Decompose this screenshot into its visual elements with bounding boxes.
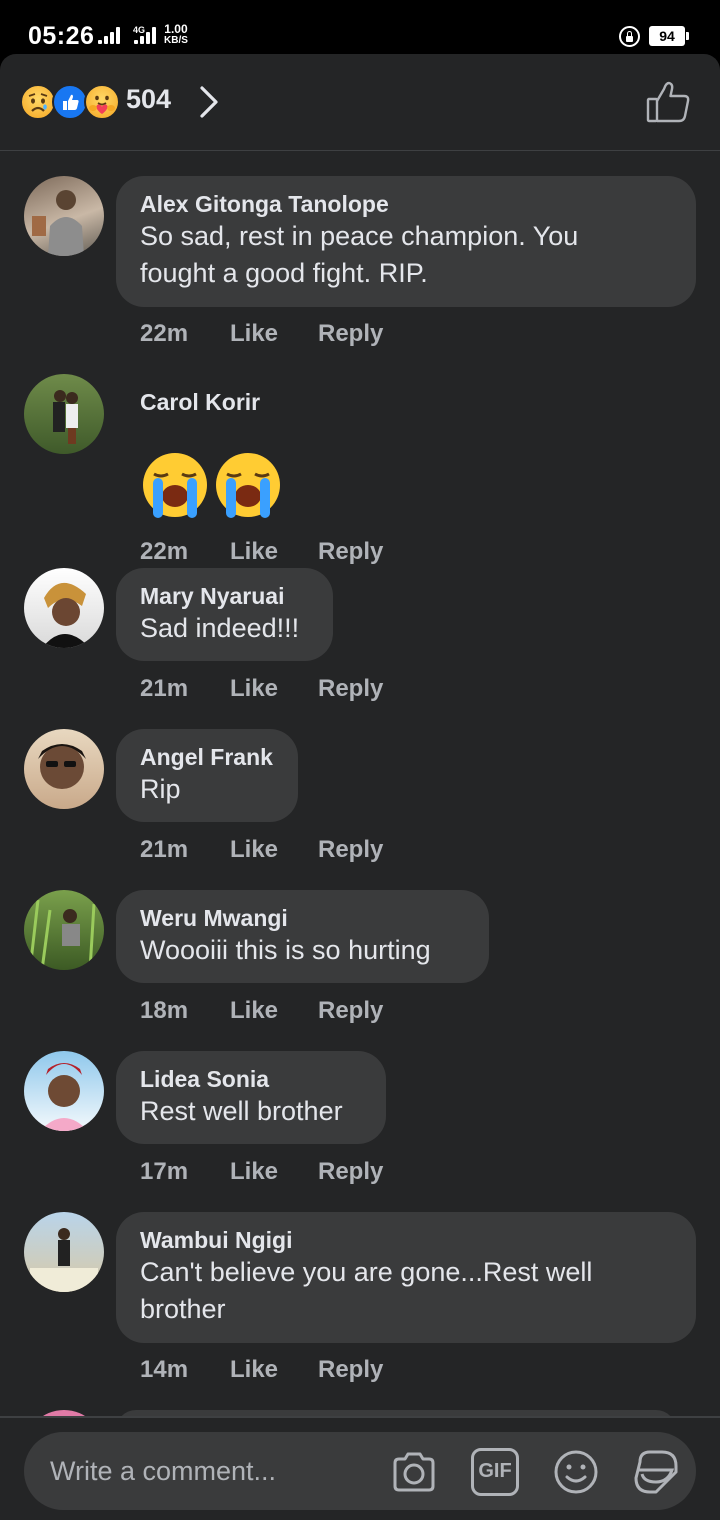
- comment-time: 21m: [140, 675, 189, 702]
- comment-author[interactable]: Wambui Ngigi: [140, 1226, 672, 1254]
- care-reaction-icon: [84, 84, 120, 120]
- reactions-header[interactable]: 504: [0, 54, 720, 151]
- avatar[interactable]: [24, 176, 104, 256]
- reply-button[interactable]: Reply: [318, 320, 383, 348]
- like-button[interactable]: Like: [230, 538, 278, 566]
- reply-button[interactable]: Reply: [318, 1356, 383, 1384]
- comment-bubble[interactable]: Weru Mwangi Wooоiii this is so hurting: [116, 890, 489, 983]
- reaction-count: 504: [126, 84, 172, 114]
- signal-icon-1: [98, 26, 122, 44]
- comment-bubble[interactable]: Angel Frank Rip: [116, 729, 298, 822]
- chevron-right-icon[interactable]: [196, 84, 220, 120]
- avatar[interactable]: [24, 729, 104, 809]
- status-bar: 05:26 4G 1.00 KB/S 94: [0, 0, 720, 56]
- comment-composer-bar: GIF: [0, 1416, 720, 1520]
- comment-text: fought a good fight. RIP.: [140, 258, 428, 288]
- comment-text: Sad indeed!!!: [140, 613, 300, 643]
- battery-indicator: 94: [649, 26, 689, 46]
- comment-bubble[interactable]: Mary Nyaruai Sad indeed!!!: [116, 568, 333, 661]
- like-reaction-icon: [52, 84, 88, 120]
- comment-text: brother: [140, 1294, 226, 1324]
- comment-bubble[interactable]: Alex Gitonga Tanolope So sad, rest in pe…: [116, 176, 696, 307]
- comment-text: So sad, rest in peace champion. You: [140, 221, 579, 251]
- like-button[interactable]: Like: [230, 320, 278, 348]
- gif-label: GIF: [478, 1460, 512, 1482]
- gif-icon[interactable]: GIF: [471, 1448, 519, 1496]
- reply-button[interactable]: Reply: [318, 1158, 383, 1186]
- comment-text: Rest well brother: [140, 1096, 343, 1126]
- camera-icon[interactable]: [390, 1448, 438, 1496]
- comments-panel: 504 Alex Gitonga Tanolope So sad, rest i…: [0, 54, 720, 1520]
- like-post-button[interactable]: [646, 80, 692, 124]
- reply-button[interactable]: Reply: [318, 675, 383, 703]
- comment-text: Rip: [140, 774, 181, 804]
- comment-author[interactable]: Mary Nyaruai: [140, 582, 309, 610]
- signal-icon-2: [134, 26, 158, 44]
- comment-bubble[interactable]: Lidea Sonia Rest well brother: [116, 1051, 386, 1144]
- reply-button[interactable]: Reply: [318, 538, 383, 566]
- comment-time: 14m: [140, 1356, 189, 1383]
- sticker-icon[interactable]: [632, 1448, 680, 1496]
- comment-author[interactable]: Weru Mwangi: [140, 904, 465, 932]
- loudly-crying-face-icon: [216, 453, 280, 518]
- avatar[interactable]: [24, 890, 104, 970]
- comment-time: 22m: [140, 320, 189, 347]
- avatar[interactable]: [24, 374, 104, 454]
- like-button[interactable]: Like: [230, 997, 278, 1025]
- comment-author[interactable]: Lidea Sonia: [140, 1065, 362, 1093]
- like-button[interactable]: Like: [230, 675, 278, 703]
- network-speed: 1.00 KB/S: [164, 22, 188, 46]
- comment-author[interactable]: Alex Gitonga Tanolope: [140, 190, 672, 218]
- comment-input[interactable]: [48, 1448, 372, 1494]
- reply-button[interactable]: Reply: [318, 997, 383, 1025]
- comment-text: Wooоiii this is so hurting: [140, 935, 431, 965]
- comment-text: Can't believe you are gone...Rest well: [140, 1257, 593, 1287]
- comment-time: 22m: [140, 538, 189, 565]
- status-time: 05:26: [28, 22, 95, 50]
- reply-button[interactable]: Reply: [318, 836, 383, 864]
- comment-time: 21m: [140, 836, 189, 863]
- sad-reaction-icon: [20, 84, 56, 120]
- comment-bubble[interactable]: Wambui Ngigi Can't believe you are gone.…: [116, 1212, 696, 1343]
- avatar[interactable]: [24, 1051, 104, 1131]
- loudly-crying-face-icon: [143, 453, 207, 518]
- comment-time: 17m: [140, 1158, 189, 1185]
- like-button[interactable]: Like: [230, 1356, 278, 1384]
- like-button[interactable]: Like: [230, 1158, 278, 1186]
- avatar[interactable]: [24, 1212, 104, 1292]
- comment-time: 18m: [140, 997, 189, 1024]
- emoji-icon[interactable]: [552, 1448, 600, 1496]
- comment-composer: GIF: [24, 1432, 696, 1510]
- comment-author[interactable]: Angel Frank: [140, 743, 274, 771]
- rotation-lock-icon: [619, 26, 640, 47]
- avatar[interactable]: [24, 568, 104, 648]
- like-button[interactable]: Like: [230, 836, 278, 864]
- comment-author[interactable]: Carol Korir: [140, 388, 392, 416]
